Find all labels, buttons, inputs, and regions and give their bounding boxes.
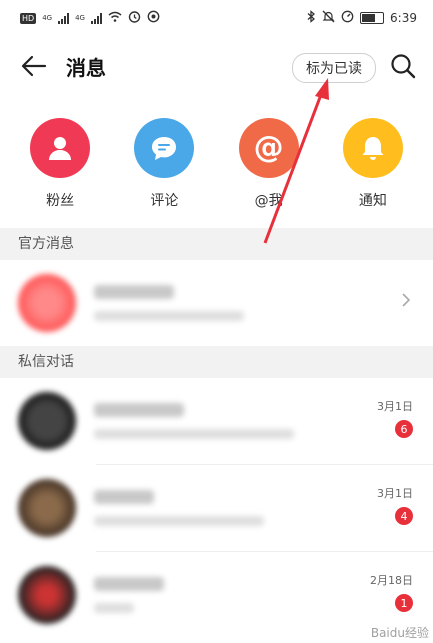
official-avatar <box>18 274 76 332</box>
category-row: 粉丝 评论 @ @我 通知 <box>0 96 433 228</box>
category-label-notifications: 通知 <box>358 193 387 209</box>
comments-icon-circle <box>134 118 195 178</box>
search-button[interactable] <box>387 50 419 82</box>
at-sign-icon: @ <box>253 130 284 165</box>
conversation-date: 3月1日 <box>377 487 413 500</box>
category-label-fans: 粉丝 <box>46 193 75 209</box>
category-mentions[interactable]: @ @我 <box>224 118 314 228</box>
person-icon <box>49 137 72 160</box>
conversation-avatar <box>18 479 76 537</box>
battery-icon <box>360 12 385 24</box>
page-title: 消息 <box>66 55 106 80</box>
category-notifications[interactable]: 通知 <box>328 118 418 228</box>
category-comments[interactable]: 评论 <box>119 118 209 228</box>
conversation-row[interactable]: 2月18日 1 <box>0 552 433 638</box>
status-left: HD 4G 4G <box>20 10 160 26</box>
chat-bubble-icon <box>152 137 177 160</box>
hd-icon: HD <box>20 12 37 24</box>
official-section-header: 官方消息 <box>0 228 433 260</box>
bluetooth-icon <box>307 10 316 26</box>
category-fans[interactable]: 粉丝 <box>15 118 105 228</box>
mentions-icon-circle: @ <box>238 118 299 178</box>
back-arrow-icon <box>21 55 47 77</box>
chevron-right-icon <box>402 293 411 307</box>
bell-icon <box>362 137 384 160</box>
unread-badge: 4 <box>395 507 413 525</box>
signal-icon-2 <box>90 12 102 24</box>
alarm-icon <box>128 10 141 26</box>
data-saver-icon <box>341 10 354 26</box>
conversation-row[interactable]: 3月1日 4 <box>0 465 433 551</box>
mark-read-button[interactable]: 标为已读 <box>292 53 376 83</box>
network-label-1: 4G <box>42 14 53 22</box>
network-label-2: 4G <box>75 14 85 22</box>
category-label-comments: 评论 <box>150 193 179 209</box>
search-icon <box>391 54 416 79</box>
unread-badge: 1 <box>395 594 413 612</box>
conversation-date: 3月1日 <box>377 400 413 413</box>
category-label-mentions: @我 <box>254 193 283 209</box>
official-message-preview <box>94 285 433 321</box>
conversation-avatar <box>18 392 76 450</box>
fans-icon-circle <box>30 118 91 178</box>
conversation-date: 2月18日 <box>370 574 413 587</box>
official-message-row[interactable] <box>0 260 433 346</box>
notifications-icon-circle <box>342 118 403 178</box>
conversation-row[interactable]: 3月1日 6 <box>0 378 433 464</box>
app-notification-icon <box>147 10 160 26</box>
wifi-icon <box>108 11 122 25</box>
signal-icon <box>58 12 70 24</box>
mute-icon <box>322 10 335 26</box>
status-right: 6:39 <box>307 10 417 26</box>
conversation-avatar <box>18 566 76 624</box>
watermark: Baidu经验 <box>370 626 429 640</box>
header: 消息 标为已读 <box>0 36 433 96</box>
private-section-header: 私信对话 <box>0 346 433 378</box>
back-button[interactable] <box>14 46 54 86</box>
unread-badge: 6 <box>395 420 413 438</box>
status-bar: HD 4G 4G 6:39 <box>0 0 433 36</box>
status-time: 6:39 <box>390 11 417 25</box>
